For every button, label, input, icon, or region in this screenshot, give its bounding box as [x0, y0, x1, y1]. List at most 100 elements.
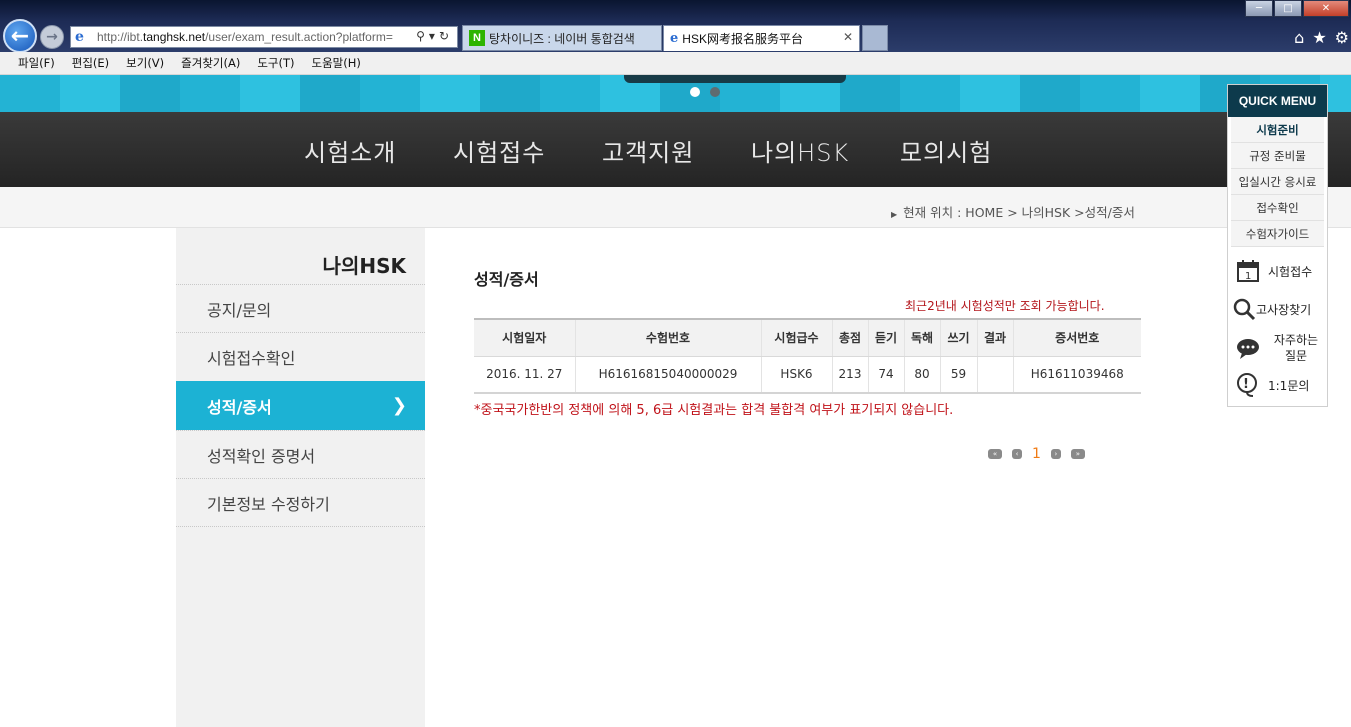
- cell-exam-date: 2016. 11. 27: [474, 356, 576, 393]
- page-number[interactable]: 1: [1032, 446, 1041, 462]
- address-text[interactable]: http://ibt.tanghsk.net/user/exam_result.…: [97, 30, 397, 44]
- quick-menu: QUICK MENU 시험준비 규정 준비물 입실시간 응시료 접수확인 수험자…: [1227, 84, 1328, 407]
- sidebar-item-exam-confirm[interactable]: 시험접수확인: [176, 332, 425, 381]
- ie-icon: e: [75, 29, 84, 45]
- address-tools[interactable]: ⚲▾↻: [416, 29, 453, 43]
- first-page-icon[interactable]: «: [988, 449, 1002, 459]
- back-button[interactable]: ←: [3, 19, 37, 53]
- cell-writing: 59: [940, 356, 978, 393]
- sidebar-item-scores[interactable]: 성적/증서 ❯: [176, 381, 425, 430]
- quick-link-rules[interactable]: 규정 준비물: [1231, 143, 1324, 169]
- star-icon[interactable]: ★: [1312, 28, 1326, 47]
- close-window-button[interactable]: ✕: [1303, 0, 1349, 17]
- magnifier-icon: [1232, 297, 1256, 321]
- sidebar-item-label: 기본정보 수정하기: [207, 494, 330, 514]
- tab-label: 탕차이니즈 : 네이버 통합검색: [489, 31, 635, 46]
- menu-tools[interactable]: 도구(T): [257, 55, 294, 71]
- col-level: 시험급수: [761, 319, 833, 357]
- chevron-right-icon: ❯: [391, 395, 407, 416]
- banner-slider: [624, 75, 846, 83]
- triangle-right-icon: ▶: [891, 210, 898, 219]
- question-headset-icon: !: [1236, 373, 1260, 397]
- cell-listening: 74: [868, 356, 905, 393]
- cell-reading: 80: [904, 356, 941, 393]
- ie-icon: e: [670, 31, 679, 46]
- nav-my-hsk[interactable]: 나의HSK: [751, 133, 849, 168]
- table-row: 2016. 11. 27 H61616815040000029 HSK6 213…: [474, 356, 1141, 393]
- breadcrumb-path: : HOME > 나의HSK >성적/증서: [957, 205, 1135, 220]
- col-reading: 독해: [904, 319, 941, 357]
- sidebar-item-edit-profile[interactable]: 기본정보 수정하기: [176, 478, 425, 527]
- menu-help[interactable]: 도움말(H): [312, 55, 361, 71]
- table-footnote: *중국국가한반의 정책에 의해 5, 6급 시험결과는 합격 불합격 여부가 표…: [474, 403, 954, 418]
- menu-bar: 파일(F) 편집(E) 보기(V) 즐겨찾기(A) 도구(T) 도움말(H): [0, 52, 1351, 75]
- speech-bubble-icon: [1236, 336, 1260, 360]
- quick-link-registration-check[interactable]: 접수확인: [1231, 195, 1324, 221]
- table-header-row: 시험일자 수험번호 시험급수 총점 듣기 독해 쓰기 결과 증서번호: [474, 319, 1141, 357]
- home-icon[interactable]: ⌂: [1294, 28, 1304, 47]
- browser-toolbar-icons: ⌂ ★ ⚙: [1294, 28, 1349, 47]
- col-result: 결과: [977, 319, 1014, 357]
- last-page-icon[interactable]: »: [1070, 449, 1085, 459]
- cell-total: 213: [832, 356, 869, 393]
- tab-naver[interactable]: N 탕차이니즈 : 네이버 통합검색: [462, 25, 662, 51]
- prev-page-icon[interactable]: ‹: [1012, 449, 1022, 459]
- quick-item-inquiry[interactable]: ! 1:1문의: [1236, 373, 1309, 397]
- tab-hsk[interactable]: e HSK网考报名服务平台 ✕: [663, 25, 860, 51]
- quick-item-faq[interactable]: 자주하는 질문: [1236, 332, 1324, 364]
- col-certificate-number: 증서번호: [1013, 319, 1141, 357]
- nav-exam-register[interactable]: 시험접수: [453, 133, 545, 168]
- cell-certificate-number: H61611039468: [1030, 367, 1124, 382]
- gear-icon[interactable]: ⚙: [1335, 28, 1349, 47]
- quick-link-entry-time-fee[interactable]: 입실시간 응시료: [1231, 169, 1324, 195]
- naver-icon: N: [469, 30, 485, 46]
- sidebar-item-label: 공지/문의: [207, 301, 272, 320]
- result-table: 시험일자 수험번호 시험급수 총점 듣기 독해 쓰기 결과 증서번호 2016.…: [474, 318, 1141, 394]
- menu-edit[interactable]: 편집(E): [72, 55, 109, 71]
- maximize-button[interactable]: □: [1274, 0, 1302, 17]
- slider-dot[interactable]: [710, 87, 720, 97]
- sidebar-item-label: 성적/증서: [207, 397, 272, 417]
- sidebar-item-label: 성적확인 증명서: [207, 447, 316, 466]
- notice-text: 최근2년내 시험성적만 조회 가능합니다.: [905, 299, 1105, 313]
- menu-file[interactable]: 파일(F): [18, 55, 55, 71]
- col-listening: 듣기: [868, 319, 905, 357]
- quick-menu-title: QUICK MENU: [1228, 85, 1327, 117]
- page-title: 성적/증서: [474, 270, 539, 289]
- window-controls: ─ □ ✕: [1244, 0, 1349, 17]
- menu-view[interactable]: 보기(V): [126, 55, 164, 71]
- quick-item-find-center[interactable]: 고사장찾기: [1232, 297, 1311, 321]
- next-page-icon[interactable]: ›: [1050, 449, 1061, 459]
- quick-item-label: 자주하는 질문: [1273, 333, 1319, 363]
- cell-exam-number: H61616815040000029: [575, 356, 762, 393]
- nav-exam-intro[interactable]: 시험소개: [304, 133, 396, 168]
- sidebar-item-notice[interactable]: 공지/문의: [176, 284, 425, 333]
- address-bar[interactable]: e http://ibt.tanghsk.net/user/exam_resul…: [70, 26, 458, 48]
- quick-link-guide[interactable]: 수험자가이드: [1231, 221, 1324, 247]
- minimize-button[interactable]: ─: [1245, 0, 1273, 17]
- arrow-left-icon: ←: [10, 23, 30, 49]
- quick-item-label: 시험접수: [1268, 264, 1313, 279]
- svg-text:1: 1: [1245, 271, 1251, 282]
- nav-mock-test[interactable]: 모의시험: [900, 133, 992, 168]
- sidebar-title: 나의HSK: [322, 254, 406, 278]
- forward-button[interactable]: →: [40, 25, 64, 49]
- quick-link-exam-prep[interactable]: 시험준비: [1231, 117, 1324, 143]
- pagination: « ‹ 1 › »: [988, 446, 1085, 462]
- new-tab-button[interactable]: [862, 25, 888, 51]
- breadcrumb: ▶ 현재 위치 : HOME > 나의HSK >성적/증서: [891, 202, 1135, 221]
- close-icon[interactable]: ✕: [843, 30, 853, 44]
- calendar-icon: 1: [1236, 259, 1260, 283]
- col-exam-number: 수험번호: [575, 319, 762, 357]
- menu-favorites[interactable]: 즐겨찾기(A): [181, 55, 240, 71]
- nav-customer-support[interactable]: 고객지원: [602, 133, 694, 168]
- sidebar-item-label: 시험접수확인: [207, 349, 296, 368]
- col-total: 총점: [832, 319, 869, 357]
- col-writing: 쓰기: [940, 319, 978, 357]
- sidebar-item-score-certificate[interactable]: 성적확인 증명서: [176, 430, 425, 479]
- location-bar: [0, 187, 1351, 228]
- breadcrumb-label: 현재 위치: [903, 205, 954, 220]
- svg-text:!: !: [1243, 377, 1249, 392]
- slider-dot-active[interactable]: [690, 87, 700, 97]
- quick-item-register[interactable]: 1 시험접수: [1236, 259, 1312, 283]
